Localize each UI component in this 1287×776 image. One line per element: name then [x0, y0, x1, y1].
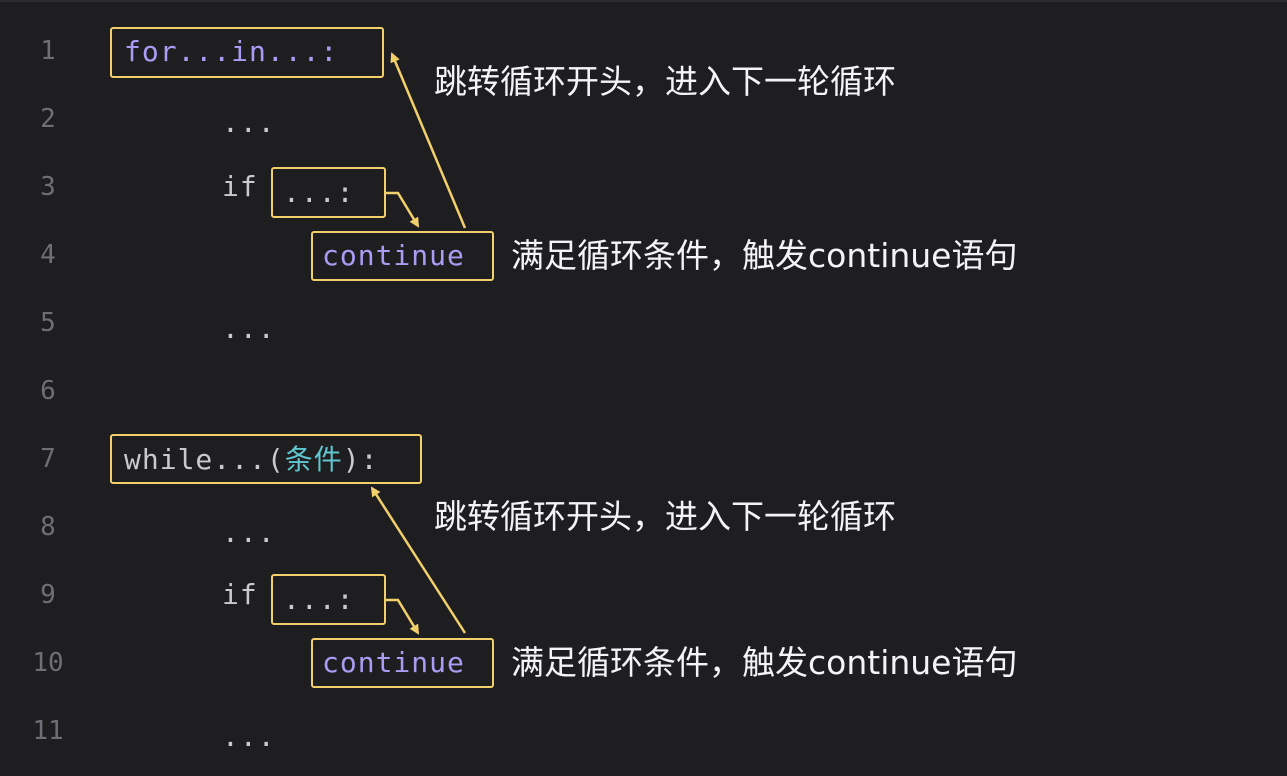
arrows-layer	[370, 52, 467, 635]
jump-back-arrow-2	[370, 486, 467, 634]
trigger-arrow-2	[386, 598, 420, 635]
trigger-arrow-1	[386, 191, 420, 228]
